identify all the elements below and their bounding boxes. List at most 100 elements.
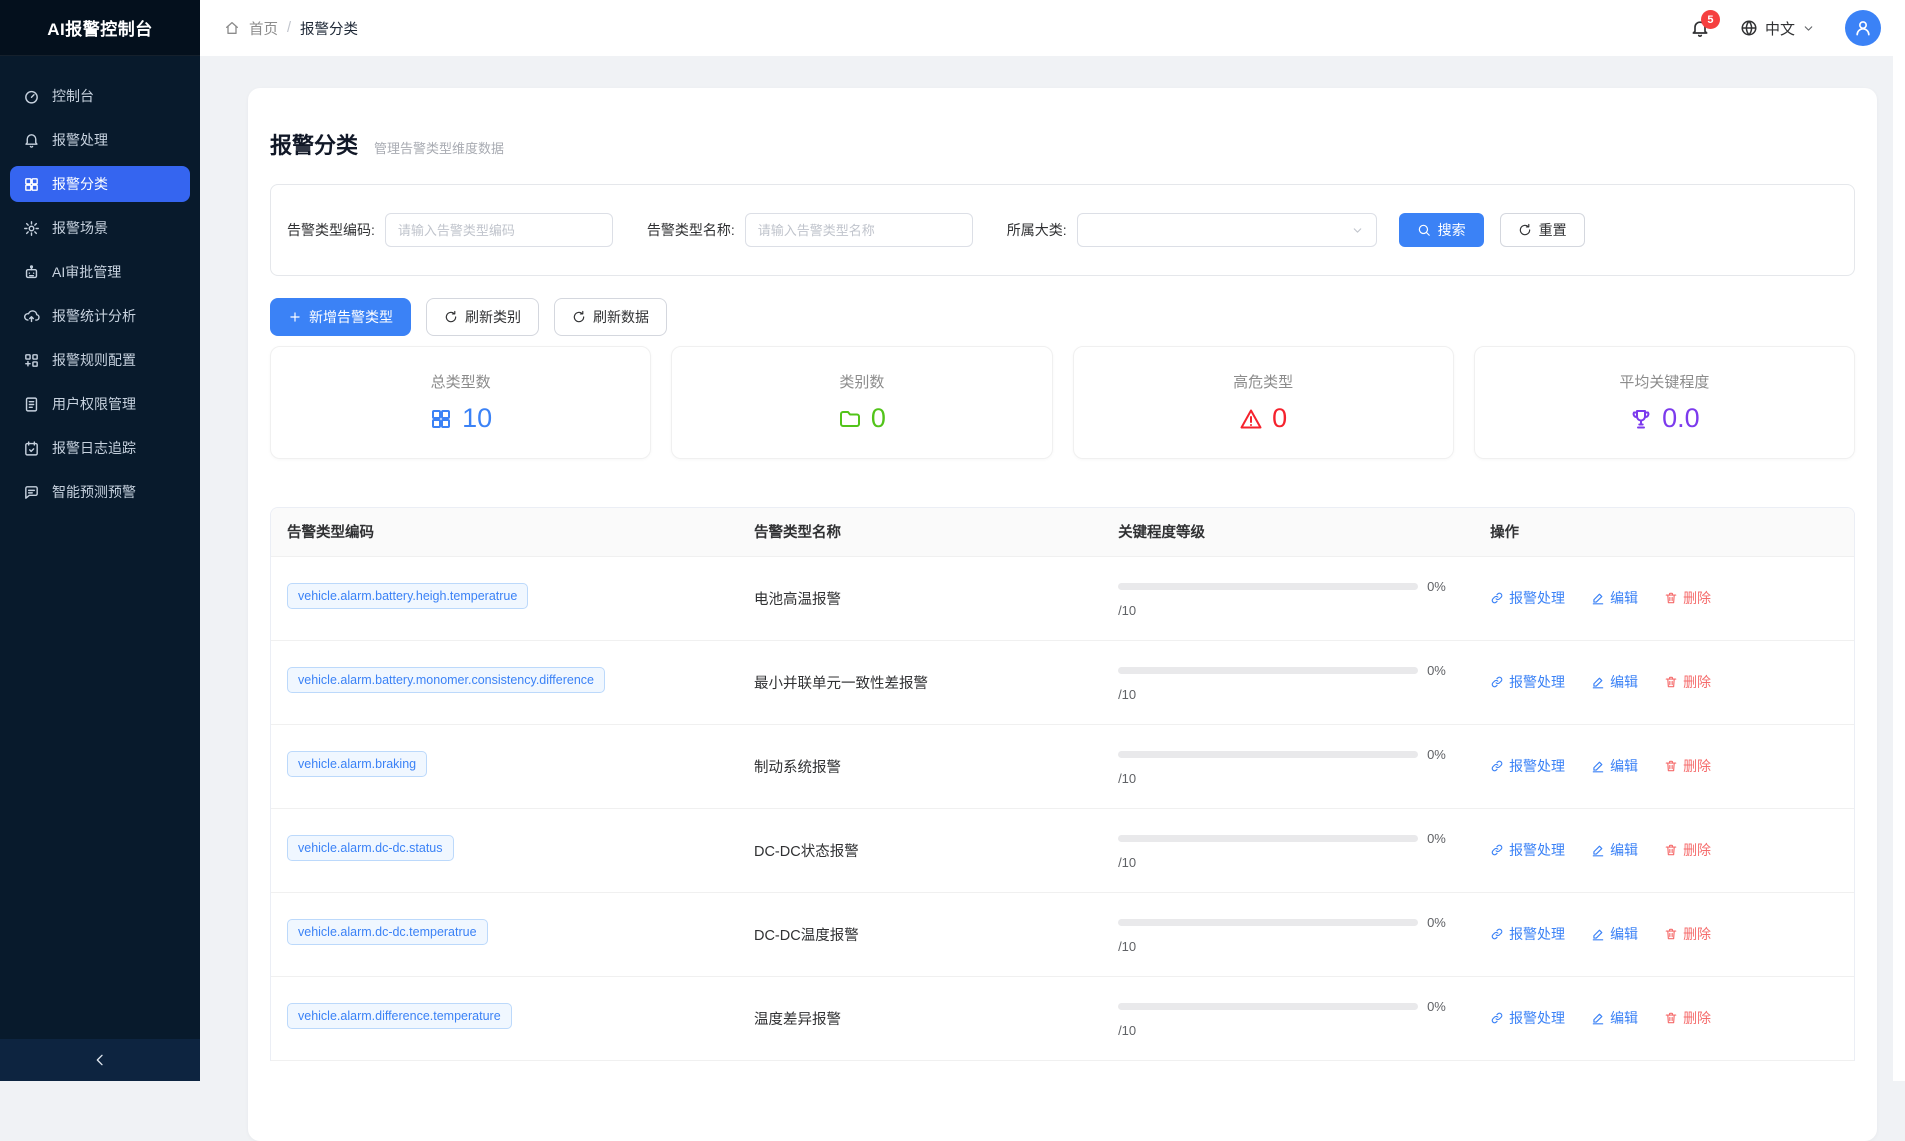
criticality-percent: 0% (1427, 663, 1446, 678)
table-row: vehicle.alarm.dc-dc.temperatrue DC-DC温度报… (271, 892, 1854, 976)
trash-icon (1664, 591, 1678, 605)
breadcrumb-home[interactable]: 首页 (249, 18, 278, 39)
handle-alarm-link[interactable]: 报警处理 (1490, 1008, 1565, 1028)
delete-link[interactable]: 删除 (1664, 672, 1711, 692)
sidebar-item-label: 用户权限管理 (52, 394, 136, 414)
handle-alarm-link[interactable]: 报警处理 (1490, 756, 1565, 776)
sidebar-item-9[interactable]: 报警日志追踪 (10, 430, 190, 466)
sidebar-nav: 控制台 报警处理 报警分类 报警场景 AI审批管理 报警统计分析 报警规则配置 … (0, 56, 200, 1039)
sidebar-item-6[interactable]: 报警统计分析 (10, 298, 190, 334)
delete-link[interactable]: 删除 (1664, 924, 1711, 944)
sidebar-item-label: 报警规则配置 (52, 350, 136, 370)
alarm-type-code-tag[interactable]: vehicle.alarm.dc-dc.temperatrue (287, 919, 488, 945)
handle-alarm-link[interactable]: 报警处理 (1490, 672, 1565, 692)
sidebar-item-3[interactable]: 报警分类 (10, 166, 190, 202)
sidebar-item-5[interactable]: AI审批管理 (10, 254, 190, 290)
reset-button[interactable]: 重置 (1500, 213, 1585, 247)
code-filter-label: 告警类型编码: (287, 220, 375, 240)
link-icon (1490, 927, 1504, 941)
header-actions: 5 中文 (1690, 10, 1881, 46)
delete-link[interactable]: 删除 (1664, 1008, 1711, 1028)
handle-alarm-link[interactable]: 报警处理 (1490, 588, 1565, 608)
criticality-denominator: /10 (1118, 939, 1458, 954)
alarm-type-code-tag[interactable]: vehicle.alarm.dc-dc.status (287, 835, 454, 861)
home-icon[interactable] (224, 20, 240, 36)
stat-cards: 总类型数 10 类别数 0 高危类型 0 平均关键程度 0.0 (270, 346, 1855, 459)
alarm-type-code-tag[interactable]: vehicle.alarm.braking (287, 751, 427, 777)
criticality-percent: 0% (1427, 999, 1446, 1014)
sidebar-item-10[interactable]: 智能预测预警 (10, 474, 190, 510)
criticality-progress-bar (1118, 583, 1418, 590)
edit-icon (1591, 759, 1605, 773)
globe-icon (1740, 19, 1758, 37)
stat-value: 0 (1239, 403, 1287, 434)
refresh-data-button[interactable]: 刷新数据 (554, 298, 667, 336)
refresh-icon (572, 310, 586, 324)
edit-icon (1591, 1011, 1605, 1025)
refresh-icon (444, 310, 458, 324)
dashboard-icon (23, 88, 40, 105)
stat-card: 总类型数 10 (270, 346, 651, 459)
grid-icon (429, 407, 453, 431)
robot-icon (23, 264, 40, 281)
sidebar-item-4[interactable]: 报警场景 (10, 210, 190, 246)
edit-link[interactable]: 编辑 (1591, 756, 1638, 776)
sidebar-item-label: 控制台 (52, 86, 94, 106)
document-icon (23, 396, 40, 413)
refresh-category-button[interactable]: 刷新类别 (426, 298, 539, 336)
notifications-button[interactable]: 5 (1690, 18, 1710, 38)
sidebar-item-1[interactable]: 控制台 (10, 78, 190, 114)
alarm-type-name: DC-DC温度报警 (754, 928, 859, 944)
trash-icon (1664, 927, 1678, 941)
name-filter-label: 告警类型名称: (647, 220, 735, 240)
search-icon (1417, 223, 1431, 237)
filter-bar: 告警类型编码: 告警类型名称: 所属大类: 搜索 重置 (270, 184, 1855, 276)
table-row: vehicle.alarm.battery.heigh.temperatrue … (271, 556, 1854, 640)
table-body: vehicle.alarm.battery.heigh.temperatrue … (271, 556, 1854, 1060)
delete-link[interactable]: 删除 (1664, 588, 1711, 608)
alarm-type-name: 制动系统报警 (754, 760, 841, 776)
alarm-type-code-tag[interactable]: vehicle.alarm.battery.monomer.consistenc… (287, 667, 605, 693)
page-title: 报警分类 (270, 128, 358, 160)
cloud-up-icon (23, 308, 40, 325)
table-row: vehicle.alarm.battery.monomer.consistenc… (271, 640, 1854, 724)
calendar-icon (23, 440, 40, 457)
sidebar-item-2[interactable]: 报警处理 (10, 122, 190, 158)
code-filter-input[interactable] (385, 213, 613, 247)
name-filter-input[interactable] (745, 213, 973, 247)
search-button[interactable]: 搜索 (1399, 213, 1484, 247)
edit-link[interactable]: 编辑 (1591, 1008, 1638, 1028)
page-scrollbar[interactable] (1893, 0, 1905, 1081)
main-area: 报警分类 管理告警类型维度数据 告警类型编码: 告警类型名称: 所属大类: 搜索… (200, 56, 1893, 1081)
table-row: vehicle.alarm.dc-dc.status DC-DC状态报警 0% … (271, 808, 1854, 892)
avatar[interactable] (1845, 10, 1881, 46)
delete-link[interactable]: 删除 (1664, 756, 1711, 776)
edit-link[interactable]: 编辑 (1591, 840, 1638, 860)
alarm-type-code-tag[interactable]: vehicle.alarm.difference.temperature (287, 1003, 512, 1029)
sidebar-collapse-button[interactable] (0, 1039, 200, 1081)
trophy-icon (1629, 407, 1653, 431)
trash-icon (1664, 1011, 1678, 1025)
column-header-actions: 操作 (1474, 508, 1854, 556)
alarm-type-code-tag[interactable]: vehicle.alarm.battery.heigh.temperatrue (287, 583, 528, 609)
criticality-percent: 0% (1427, 831, 1446, 846)
category-select[interactable] (1077, 213, 1377, 247)
edit-link[interactable]: 编辑 (1591, 924, 1638, 944)
edit-link[interactable]: 编辑 (1591, 588, 1638, 608)
language-switcher[interactable]: 中文 (1740, 18, 1815, 39)
chevron-down-icon (1802, 22, 1815, 35)
criticality-percent: 0% (1427, 579, 1446, 594)
sidebar: AI报警控制台 控制台 报警处理 报警分类 报警场景 AI审批管理 报警统计分析… (0, 0, 200, 1081)
sidebar-item-label: 报警分类 (52, 174, 108, 194)
sidebar-item-8[interactable]: 用户权限管理 (10, 386, 190, 422)
breadcrumb-separator: / (287, 20, 291, 36)
handle-alarm-link[interactable]: 报警处理 (1490, 924, 1565, 944)
handle-alarm-link[interactable]: 报警处理 (1490, 840, 1565, 860)
delete-link[interactable]: 删除 (1664, 840, 1711, 860)
add-alarm-type-button[interactable]: 新增告警类型 (270, 298, 411, 336)
edit-link[interactable]: 编辑 (1591, 672, 1638, 692)
stat-value: 0 (838, 403, 886, 434)
warning-icon (1239, 407, 1263, 431)
sidebar-item-7[interactable]: 报警规则配置 (10, 342, 190, 378)
stat-card: 类别数 0 (671, 346, 1052, 459)
